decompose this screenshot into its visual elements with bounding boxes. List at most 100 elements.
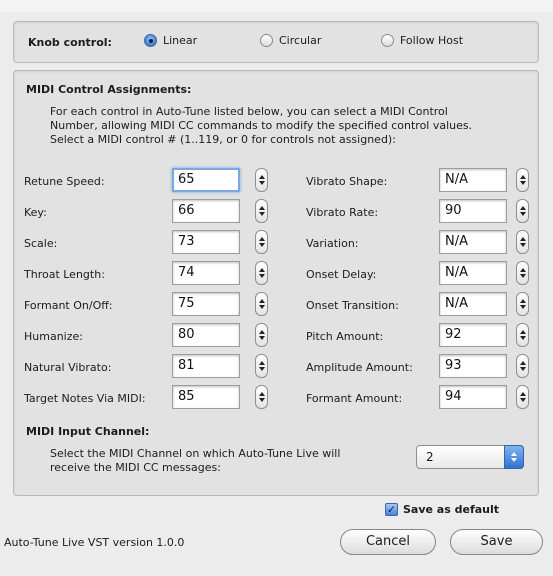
checkmark-icon: ✓ — [385, 503, 398, 516]
stepper-up-icon — [519, 330, 526, 334]
top-strip — [0, 0, 553, 12]
humanize-field[interactable]: 80 — [172, 323, 240, 347]
stepper-down-icon — [519, 212, 526, 216]
amplitude-amount-field[interactable]: 93 — [439, 354, 507, 378]
save-as-default-label: Save as default — [403, 503, 500, 516]
stepper-up-icon — [519, 175, 526, 179]
stepper-up-icon — [519, 268, 526, 272]
natural-vibrato-field[interactable]: 81 — [172, 354, 240, 378]
humanize-stepper[interactable] — [255, 323, 268, 347]
amplitude-amount-stepper[interactable] — [516, 354, 529, 378]
onset-transition-label: Onset Transition: — [306, 299, 399, 312]
stepper-up-icon — [519, 237, 526, 241]
formant-onoff-field[interactable]: 75 — [172, 292, 240, 316]
stepper-down-icon — [519, 305, 526, 309]
knob-control-label: Knob control: — [28, 36, 112, 49]
vibrato-shape-stepper[interactable] — [516, 168, 529, 192]
stepper-down-icon — [258, 305, 265, 309]
pitch-amount-stepper[interactable] — [516, 323, 529, 347]
throat-length-field[interactable]: 74 — [172, 261, 240, 285]
throat-length-label: Throat Length: — [24, 268, 105, 281]
midi-assignments-group: MIDI Control Assignments: For each contr… — [13, 70, 539, 496]
stepper-up-icon — [258, 361, 265, 365]
radio-follow-host[interactable]: Follow Host — [381, 34, 463, 47]
key-stepper[interactable] — [255, 199, 268, 223]
radio-unselected-icon — [381, 34, 394, 47]
formant-amount-field[interactable]: 94 — [439, 385, 507, 409]
throat-length-stepper[interactable] — [255, 261, 268, 285]
retune-speed-label: Retune Speed: — [24, 175, 105, 188]
stepper-down-icon — [519, 274, 526, 278]
stepper-up-icon — [258, 299, 265, 303]
midi-channel-select[interactable]: 2 — [416, 445, 524, 469]
description-line: Number, allowing MIDI CC commands to mod… — [50, 119, 473, 132]
midi-assignments-description: For each control in Auto-Tune listed bel… — [50, 105, 520, 147]
formant-amount-label: Formant Amount: — [306, 392, 403, 405]
target-notes-label: Target Notes Via MIDI: — [24, 392, 146, 405]
retune-speed-stepper[interactable] — [255, 168, 268, 192]
stepper-up-icon — [258, 175, 265, 179]
stepper-down-icon — [519, 336, 526, 340]
stepper-down-icon — [258, 212, 265, 216]
stepper-down-icon — [258, 398, 265, 402]
stepper-down-icon — [519, 181, 526, 185]
vibrato-rate-field[interactable]: 90 — [439, 199, 507, 223]
radio-follow-host-label: Follow Host — [400, 34, 464, 47]
onset-transition-field[interactable]: N/A — [439, 292, 507, 316]
stepper-down-icon — [258, 274, 265, 278]
vibrato-rate-stepper[interactable] — [516, 199, 529, 223]
stepper-up-icon — [519, 299, 526, 303]
scale-field[interactable]: 73 — [172, 230, 240, 254]
natural-vibrato-stepper[interactable] — [255, 354, 268, 378]
stepper-down-icon — [258, 243, 265, 247]
stepper-up-icon — [258, 206, 265, 210]
target-notes-field[interactable]: 85 — [172, 385, 240, 409]
radio-linear[interactable]: Linear — [144, 34, 197, 47]
stepper-down-icon — [258, 367, 265, 371]
save-button[interactable]: Save — [450, 529, 543, 555]
retune-speed-field[interactable]: 65 — [172, 168, 240, 192]
save-as-default-checkbox[interactable]: ✓ Save as default — [385, 503, 499, 516]
natural-vibrato-label: Natural Vibrato: — [24, 361, 112, 374]
onset-delay-stepper[interactable] — [516, 261, 529, 285]
radio-selected-icon — [144, 34, 157, 47]
formant-onoff-label: Formant On/Off: — [24, 299, 113, 312]
variation-stepper[interactable] — [516, 230, 529, 254]
vibrato-shape-label: Vibrato Shape: — [306, 175, 388, 188]
scale-stepper[interactable] — [255, 230, 268, 254]
stepper-up-icon — [258, 237, 265, 241]
stepper-down-icon — [519, 243, 526, 247]
variation-label: Variation: — [306, 237, 359, 250]
formant-amount-stepper[interactable] — [516, 385, 529, 409]
pitch-amount-field[interactable]: 92 — [439, 323, 507, 347]
knob-control-group: Knob control: Linear Circular Follow Hos… — [13, 21, 539, 63]
humanize-label: Humanize: — [24, 330, 83, 343]
radio-circular[interactable]: Circular — [260, 34, 321, 47]
radio-unselected-icon — [260, 34, 273, 47]
midi-input-channel-title: MIDI Input Channel: — [26, 425, 150, 438]
stepper-up-icon — [258, 392, 265, 396]
onset-transition-stepper[interactable] — [516, 292, 529, 316]
radio-circular-label: Circular — [279, 34, 322, 47]
target-notes-stepper[interactable] — [255, 385, 268, 409]
stepper-down-icon — [519, 367, 526, 371]
key-field[interactable]: 66 — [172, 199, 240, 223]
stepper-down-icon — [258, 336, 265, 340]
vibrato-shape-field[interactable]: N/A — [439, 168, 507, 192]
midi-assignments-title: MIDI Control Assignments: — [26, 83, 192, 96]
cancel-button[interactable]: Cancel — [340, 529, 436, 555]
stepper-up-icon — [258, 268, 265, 272]
pitch-amount-label: Pitch Amount: — [306, 330, 384, 343]
description-line: For each control in Auto-Tune listed bel… — [50, 105, 448, 118]
stepper-up-icon — [519, 361, 526, 365]
stepper-down-icon — [258, 181, 265, 185]
description-line: Select the MIDI Channel on which Auto-Tu… — [50, 447, 341, 460]
scale-label: Scale: — [24, 237, 58, 250]
key-label: Key: — [24, 206, 47, 219]
stepper-up-icon — [519, 206, 526, 210]
variation-field[interactable]: N/A — [439, 230, 507, 254]
version-text: Auto-Tune Live VST version 1.0.0 — [4, 536, 185, 549]
select-arrows-icon — [504, 445, 524, 469]
formant-onoff-stepper[interactable] — [255, 292, 268, 316]
onset-delay-field[interactable]: N/A — [439, 261, 507, 285]
